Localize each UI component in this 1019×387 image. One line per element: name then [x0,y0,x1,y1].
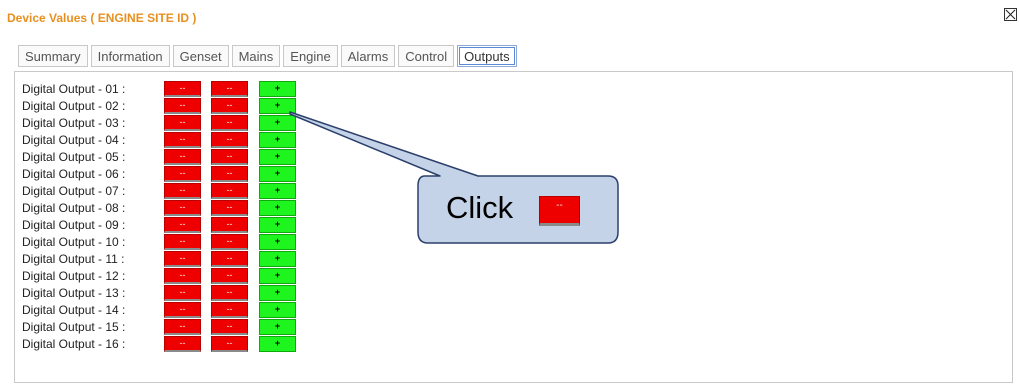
callout-text: Click [446,190,514,225]
callout-off-button-sample: -- [539,196,580,226]
